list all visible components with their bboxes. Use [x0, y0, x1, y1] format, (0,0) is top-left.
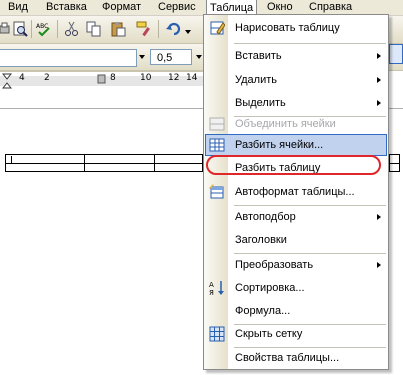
- menu-help[interactable]: Справка: [306, 0, 355, 15]
- copy-icon[interactable]: [86, 21, 102, 37]
- menu-format[interactable]: Формат: [99, 0, 144, 15]
- grid-icon: [209, 326, 225, 342]
- menu-table[interactable]: Таблица: [206, 0, 258, 15]
- ruler-tick-label: 8: [110, 73, 116, 83]
- menu-item-label: Удалить: [235, 74, 277, 86]
- sort-az-icon: AЯ: [209, 281, 224, 296]
- menu-item-draw-table[interactable]: Нарисовать таблицу: [205, 17, 387, 39]
- zoom-dropdown-arrow[interactable]: [196, 55, 202, 59]
- menu-item-label: Свойства таблицы...: [235, 352, 340, 364]
- menu-item-label: Автоподбор: [235, 211, 296, 223]
- menu-item-label: Преобразовать: [235, 259, 314, 271]
- menu-tools[interactable]: Сервис: [155, 0, 199, 15]
- toolbar-button-partial[interactable]: [389, 44, 403, 64]
- submenu-arrow-icon: [377, 53, 381, 59]
- menu-item-label: Разбить таблицу: [235, 162, 321, 174]
- indent-marker-icon[interactable]: [2, 73, 12, 89]
- text-cursor: [11, 156, 12, 164]
- table-column-divider: [84, 155, 85, 171]
- table-column-divider: [389, 155, 390, 171]
- menu-item-table-properties[interactable]: Свойства таблицы...: [205, 347, 387, 369]
- menu-item-insert[interactable]: Вставить: [205, 45, 387, 67]
- ruler-tick-label: 12: [168, 73, 180, 83]
- menu-item-label: Объединить ячейки: [235, 118, 336, 130]
- menu-item-split-table[interactable]: Разбить таблицу: [205, 157, 387, 179]
- column-marker-icon[interactable]: [97, 74, 106, 84]
- submenu-arrow-icon: [377, 214, 381, 220]
- menu-item-table-autoformat[interactable]: Автоформат таблицы...: [205, 181, 387, 203]
- ruler-tick-label: 2: [44, 73, 50, 83]
- menu-item-label: Заголовки: [235, 234, 287, 246]
- zoom-combobox[interactable]: 0,5: [150, 49, 192, 65]
- menu-item-hide-gridlines[interactable]: Скрыть сетку: [205, 323, 387, 345]
- style-combobox[interactable]: [0, 49, 137, 67]
- menu-window[interactable]: Окно: [264, 0, 296, 15]
- menu-view[interactable]: Вид: [5, 0, 31, 15]
- word-window: Вид Вставка Формат Сервис Таблица Окно С…: [0, 0, 403, 375]
- format-painter-icon[interactable]: [136, 21, 152, 37]
- menu-item-label: Вставить: [235, 50, 282, 62]
- menu-item-label: Формула...: [235, 305, 291, 317]
- split-cells-icon: [209, 138, 225, 152]
- merge-cells-icon: [209, 117, 225, 131]
- paste-icon[interactable]: [110, 21, 126, 37]
- toolbar-separator: [31, 20, 32, 38]
- submenu-arrow-icon: [377, 262, 381, 268]
- cut-icon[interactable]: [64, 21, 80, 37]
- menu-item-split-cells[interactable]: Разбить ячейки...: [205, 134, 387, 156]
- submenu-arrow-icon: [377, 77, 381, 83]
- svg-text:ABC: ABC: [36, 23, 48, 30]
- print-preview-icon[interactable]: [12, 21, 28, 37]
- ruler-tick-label: 4: [19, 73, 25, 83]
- menu-item-delete[interactable]: Удалить: [205, 69, 387, 91]
- undo-icon[interactable]: [166, 21, 182, 37]
- menu-item-label: Сортировка...: [235, 282, 305, 294]
- submenu-arrow-icon: [377, 100, 381, 106]
- menu-item-formula[interactable]: Формула...: [205, 300, 387, 322]
- menu-item-label: Нарисовать таблицу: [235, 22, 340, 34]
- menu-item-headings[interactable]: Заголовки: [205, 229, 387, 251]
- style-dropdown-arrow[interactable]: [139, 55, 145, 59]
- menu-item-label: Разбить ячейки...: [235, 139, 324, 151]
- menu-item-label: Автоформат таблицы...: [235, 186, 355, 198]
- menu-item-autofit[interactable]: Автоподбор: [205, 206, 387, 228]
- menu-separator: [234, 43, 386, 44]
- horizontal-ruler[interactable]: 4 2 8 10 12 14: [0, 71, 205, 91]
- pencil-icon: [210, 21, 225, 35]
- menu-item-merge-cells: Объединить ячейки: [205, 111, 387, 133]
- menu-item-convert[interactable]: Преобразовать: [205, 254, 387, 276]
- toolbar-separator: [57, 20, 58, 38]
- svg-text:Я: Я: [209, 289, 214, 296]
- toolbar-separator: [158, 20, 159, 38]
- autoformat-icon: [209, 184, 224, 199]
- ruler-tick-label: 10: [140, 73, 152, 83]
- ruler-tick-label: 14: [186, 73, 198, 83]
- menu-insert[interactable]: Вставка: [43, 0, 90, 15]
- table-column-divider: [154, 155, 155, 171]
- spellcheck-icon[interactable]: ABC: [36, 21, 52, 37]
- menu-item-sort[interactable]: AЯ Сортировка...: [205, 277, 387, 299]
- svg-text:A: A: [209, 281, 214, 289]
- undo-dropdown-arrow[interactable]: [185, 30, 191, 34]
- menu-item-label: Скрыть сетку: [235, 328, 303, 340]
- table-menu: Нарисовать таблицу Вставить Удалить Выде…: [203, 14, 389, 370]
